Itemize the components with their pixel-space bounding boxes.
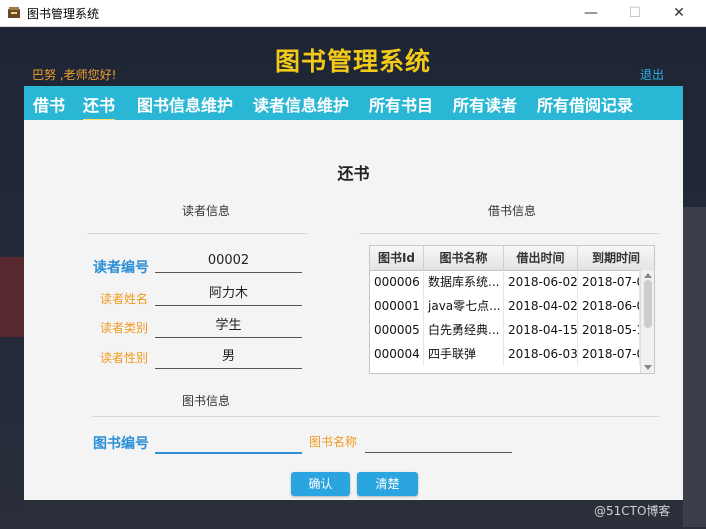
cell-borrow-date: 2018-04-15 (504, 318, 578, 342)
reader-gender-field: 男 (155, 346, 302, 369)
reader-id-label: 读者编号 (93, 260, 149, 276)
cell-book-id: 000004 (370, 342, 424, 366)
nav-reader-maintenance[interactable]: 读者信息维护 (253, 92, 349, 116)
cell-book-id: 000001 (370, 294, 424, 318)
background-decoration-left (0, 257, 24, 337)
book-section-label: 图书信息 (182, 394, 231, 408)
table-header: 图书Id 图书名称 借出时间 到期时间 (370, 246, 654, 271)
nav-book-maintenance[interactable]: 图书信息维护 (137, 92, 233, 116)
table-row[interactable]: 000005 白先勇经典... 2018-04-15 2018-05-1 (370, 318, 640, 342)
watermark: @51CTO博客 (594, 504, 671, 518)
cell-book-name: 数据库系统... (424, 270, 504, 294)
book-name-label: 图书名称 (309, 435, 358, 449)
nav-return[interactable]: 还书 (83, 92, 116, 121)
user-greeting: 巴努 ,老师您好! (32, 68, 117, 82)
background-decoration-right (683, 207, 706, 527)
nav-all-readers[interactable]: 所有读者 (453, 92, 517, 116)
borrow-section-label: 借书信息 (488, 204, 537, 218)
cell-due-date: 2018-07-0 (578, 342, 640, 366)
bottom-strip (24, 500, 683, 529)
cell-borrow-date: 2018-06-03 (504, 342, 578, 366)
cell-book-name: java零七点... (424, 294, 504, 318)
main-navbar: 借书 还书 图书信息维护 读者信息维护 所有书目 所有读者 所有借阅记录 (24, 86, 683, 121)
minimize-button[interactable]: — (568, 0, 614, 26)
reader-type-field: 学生 (155, 315, 302, 338)
logout-link[interactable]: 退出 (640, 66, 664, 83)
nav-all-books[interactable]: 所有书目 (369, 92, 433, 116)
app-logo-icon (8, 7, 20, 18)
cell-book-name: 四手联弹 (424, 342, 504, 366)
cell-book-id: 000006 (370, 270, 424, 294)
cell-due-date: 2018-06-0 (578, 294, 640, 318)
confirm-button[interactable]: 确认 (291, 472, 350, 496)
reader-name-label: 读者姓名 (100, 292, 149, 306)
book-section-divider (92, 416, 659, 417)
cell-book-id: 000005 (370, 318, 424, 342)
return-book-panel: 还书 读者信息 读者编号 00002 读者姓名 阿力木 读者类别 学生 读者性别… (24, 120, 683, 500)
table-row[interactable]: 000006 数据库系统... 2018-06-02 2018-07-0 (370, 270, 640, 294)
column-header-book-name[interactable]: 图书名称 (424, 246, 504, 270)
maximize-button[interactable]: ☐ (612, 0, 658, 26)
table-row[interactable]: 000004 四手联弹 2018-06-03 2018-07-0 (370, 342, 640, 366)
cell-due-date: 2018-07-0 (578, 270, 640, 294)
column-header-due-date[interactable]: 到期时间 (578, 246, 654, 270)
clear-button[interactable]: 清楚 (357, 472, 418, 496)
reader-section-label: 读者信息 (182, 204, 231, 218)
reader-gender-label: 读者性别 (100, 351, 149, 365)
reader-type-label: 读者类别 (100, 321, 149, 335)
nav-all-borrow-records[interactable]: 所有借阅记录 (537, 92, 633, 116)
reader-name-field: 阿力木 (155, 283, 302, 306)
reader-section-divider (87, 233, 307, 234)
borrow-records-table: 图书Id 图书名称 借出时间 到期时间 000006 数据库系统... 2018… (369, 245, 655, 374)
page-title: 还书 (337, 164, 370, 183)
scroll-up-icon[interactable] (644, 273, 652, 278)
borrow-section-divider (359, 233, 659, 234)
cell-due-date: 2018-05-1 (578, 318, 640, 342)
column-header-book-id[interactable]: 图书Id (370, 246, 424, 270)
book-name-field[interactable] (365, 430, 512, 453)
window-title: 图书管理系统 (27, 7, 100, 21)
book-id-label: 图书编号 (93, 436, 149, 452)
reader-id-field[interactable]: 00002 (155, 250, 302, 273)
cell-borrow-date: 2018-04-02 (504, 294, 578, 318)
close-button[interactable]: ✕ (656, 0, 702, 26)
scroll-thumb[interactable] (644, 280, 652, 328)
cell-borrow-date: 2018-06-02 (504, 270, 578, 294)
book-id-input[interactable] (155, 430, 302, 454)
window-titlebar: 图书管理系统 — ☐ ✕ (0, 0, 706, 27)
table-vertical-scrollbar[interactable] (640, 270, 654, 373)
table-row[interactable]: 000001 java零七点... 2018-04-02 2018-06-0 (370, 294, 640, 318)
scroll-down-icon[interactable] (644, 365, 652, 370)
column-header-borrow-date[interactable]: 借出时间 (504, 246, 578, 270)
cell-book-name: 白先勇经典... (424, 318, 504, 342)
nav-borrow[interactable]: 借书 (33, 92, 65, 116)
